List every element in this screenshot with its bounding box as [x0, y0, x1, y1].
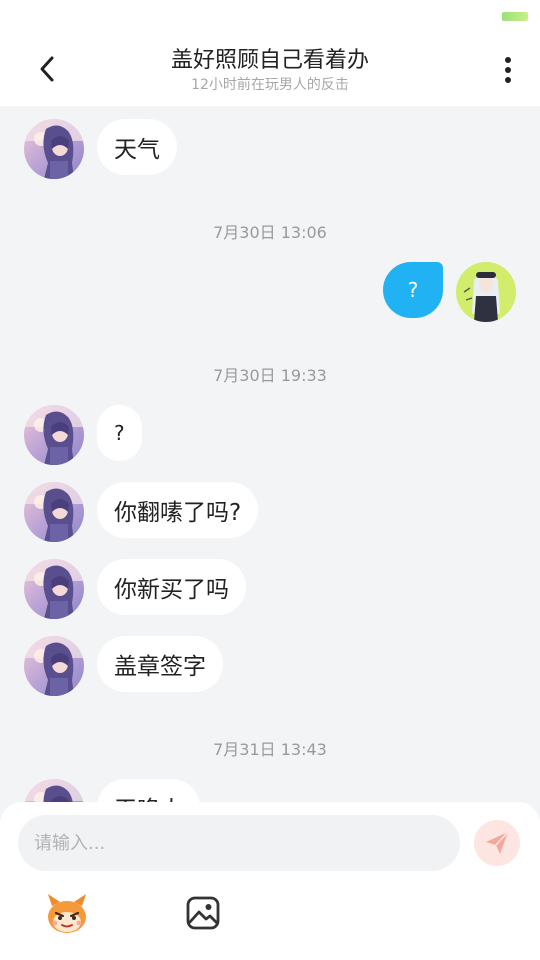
message-bubble[interactable]: 天气: [97, 119, 177, 175]
more-button[interactable]: [496, 54, 520, 86]
message-bubble[interactable]: 你翻嗉了吗?: [97, 482, 259, 538]
chat-header: 盖好照顾自己看着办 12小时前在玩男人的反击: [0, 32, 540, 106]
status-bar: [0, 0, 540, 32]
message-timestamp: 7月30日 19:33: [213, 366, 327, 385]
message-timestamp: 7月30日 13:06: [213, 223, 327, 242]
contact-avatar[interactable]: [24, 779, 84, 804]
send-button[interactable]: [474, 820, 520, 866]
message-timestamp: 7月31日 13:43: [213, 740, 327, 759]
contact-avatar[interactable]: [24, 119, 84, 179]
send-icon: [486, 831, 509, 854]
image-icon[interactable]: [185, 895, 221, 931]
contact-avatar[interactable]: [24, 559, 84, 619]
message-bubble[interactable]: ?: [97, 405, 142, 461]
contact-avatar[interactable]: [24, 405, 84, 465]
contact-avatar[interactable]: [24, 482, 84, 542]
message-bubble[interactable]: 干咚人: [97, 779, 200, 804]
chat-title: 盖好照顾自己看着办: [170, 48, 369, 73]
my-avatar[interactable]: [456, 262, 516, 322]
message-bubble[interactable]: 你新买了吗: [97, 559, 246, 615]
contact-avatar[interactable]: [24, 636, 84, 696]
sticker-mascot-icon[interactable]: [44, 892, 90, 936]
composer-bar: [0, 802, 540, 960]
battery-icon: [502, 12, 528, 21]
message-bubble[interactable]: 盖章签字: [97, 636, 223, 692]
message-list[interactable]: 天气 7月30日 13:06 ? 7月30日 19:33 ? 你翻嗉了吗? 你新…: [0, 106, 540, 804]
more-vertical-icon: [505, 57, 511, 83]
chat-subtitle: 12小时前在玩男人的反击: [191, 77, 349, 93]
message-input[interactable]: [18, 815, 460, 871]
my-message-bubble[interactable]: ?: [383, 262, 443, 318]
